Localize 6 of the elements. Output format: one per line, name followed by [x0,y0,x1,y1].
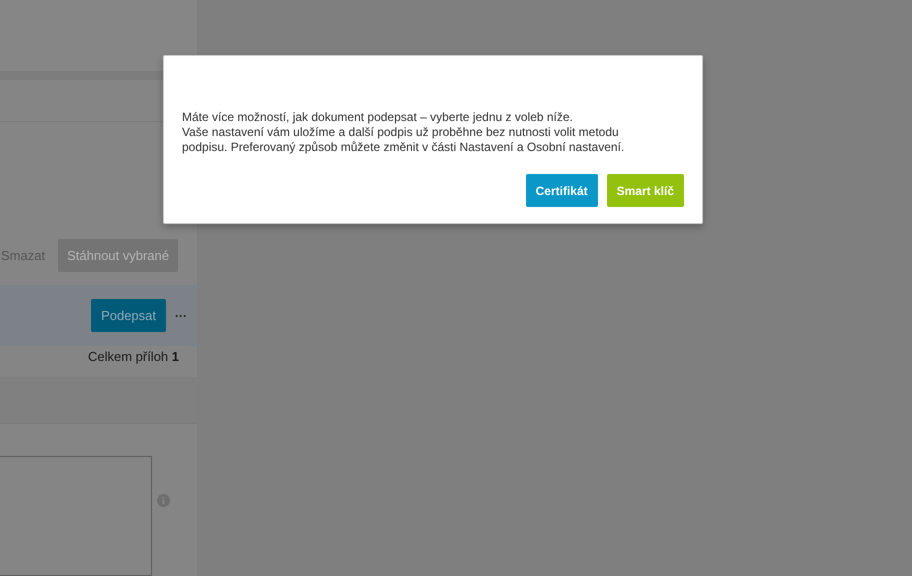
smart-key-button[interactable]: Smart klíč [606,174,684,207]
attachments-total: Celkem příloh 1 [88,349,179,364]
more-button[interactable]: ··· [175,308,187,323]
certificate-button[interactable]: Certifikát [526,174,598,207]
sign-button[interactable]: Podepsat [91,299,166,332]
dialog-message: Máte více možností, jak dokument podepsat – vyberte jednu z voleb níže. Vaše nastavení vám uložíme a další podpis už proběhne bez nutnosti volit metodu podpisu. Preferovaný způsob můžete změnit v části Nastavení a Osobní nastavení. [182,110,626,155]
